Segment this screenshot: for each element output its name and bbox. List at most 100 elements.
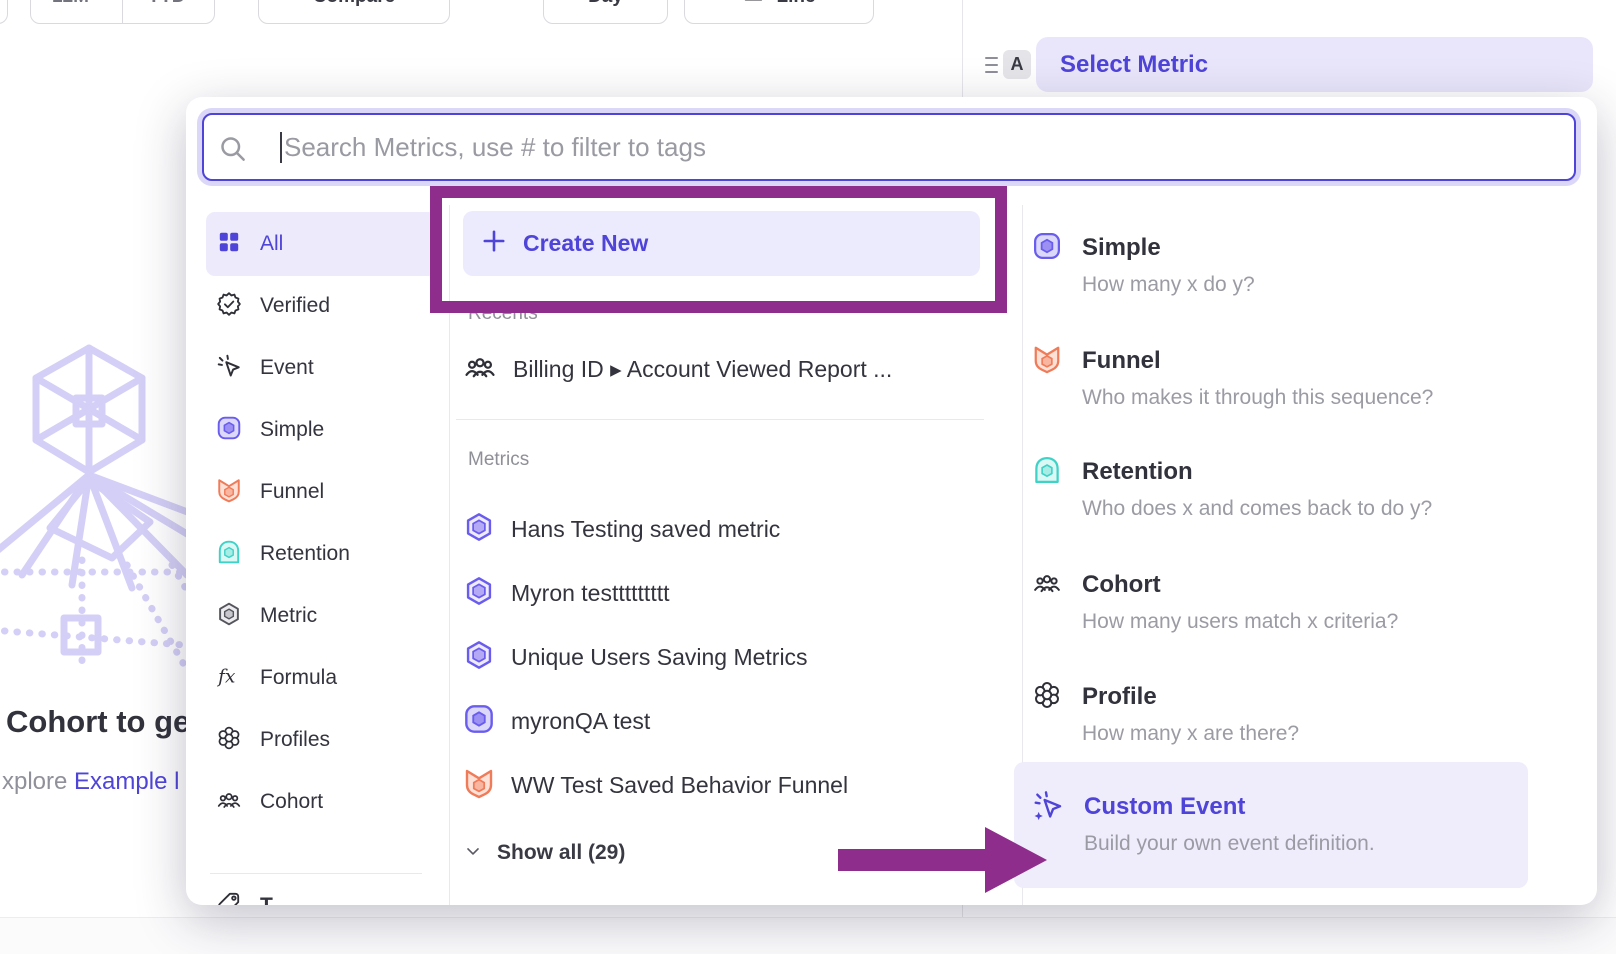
funnel-icon <box>1032 344 1062 413</box>
type-title: Simple <box>1082 231 1255 265</box>
event-cursor-icon <box>216 353 242 384</box>
text-cursor <box>280 132 282 163</box>
sidebar-item-label: Funnel <box>260 480 324 504</box>
metric-list-item[interactable]: myronQA test <box>463 689 1003 753</box>
retention-icon <box>216 539 242 570</box>
annotation-highlight-box <box>430 186 1007 313</box>
search-input[interactable] <box>204 115 1574 179</box>
simple-icon <box>463 703 495 740</box>
compare-button[interactable]: Compare <box>258 0 450 24</box>
metric-list-item[interactable]: Hans Testing saved metric <box>463 497 1003 561</box>
metric-item-label: Unique Users Saving Metrics <box>511 644 808 671</box>
sidebar-item-formula[interactable]: fx Formula <box>206 647 437 709</box>
saved-metric-hexagon-icon <box>463 639 495 676</box>
range-12m-label: 12M <box>52 0 89 8</box>
metric-list-item[interactable]: Unique Users Saving Metrics <box>463 625 1003 689</box>
bottom-strip <box>0 918 1616 954</box>
tag-icon <box>216 890 242 905</box>
segment-divider <box>122 0 123 23</box>
type-title: Funnel <box>1082 344 1433 378</box>
search-field[interactable] <box>202 113 1576 181</box>
sidebar-item-label: Retention <box>260 542 350 566</box>
range-ytd-button[interactable]: YTD <box>135 0 214 23</box>
funnel-icon <box>463 767 495 804</box>
metric-type-funnel[interactable]: Funnel Who makes it through this sequenc… <box>1032 344 1532 413</box>
type-title: Profile <box>1082 680 1299 714</box>
type-description: Who makes it through this sequence? <box>1082 383 1433 413</box>
profiles-icon <box>1032 680 1062 749</box>
show-all-toggle[interactable]: Show all (29) <box>463 833 625 873</box>
type-description: Who does x and comes back to do y? <box>1082 494 1432 524</box>
metric-type-simple[interactable]: Simple How many x do y? <box>1032 231 1532 300</box>
annotation-arrow <box>835 820 1050 905</box>
metric-list-item[interactable]: Myron testtttttttt <box>463 561 1003 625</box>
type-description: How many users match x criteria? <box>1082 607 1398 637</box>
saved-metric-hexagon-icon <box>463 511 495 548</box>
example-link[interactable]: Example <box>74 768 167 795</box>
simple-icon <box>216 415 242 446</box>
cohort-icon <box>216 787 242 818</box>
sidebar-item-profiles[interactable]: Profiles <box>206 709 437 771</box>
section-divider <box>456 419 984 420</box>
interval-label: Day <box>588 0 623 8</box>
metric-item-label: Hans Testing saved metric <box>511 516 780 543</box>
metric-type-cohort[interactable]: Cohort How many users match x criteria? <box>1032 568 1532 637</box>
sidebar-item-verified[interactable]: Verified <box>206 275 437 337</box>
saved-metric-hexagon-icon <box>463 575 495 612</box>
show-all-label: Show all (29) <box>497 841 625 865</box>
example-link-partial[interactable]: l <box>167 768 179 795</box>
type-description: How many x do y? <box>1082 270 1255 300</box>
metrics-heading: Metrics <box>468 449 529 471</box>
custom-event-row[interactable]: Custom Event Build your own event defini… <box>1032 790 1532 859</box>
chevron-down-icon <box>463 841 483 866</box>
chart-type-label: Line <box>776 0 815 8</box>
sidebar-divider <box>210 873 422 874</box>
sidebar-item-tags-partial[interactable]: T <box>216 890 273 905</box>
empty-state-subtext: xplore Example l <box>2 768 179 796</box>
sidebar-item-label: All <box>260 232 283 256</box>
drag-handle-icon[interactable] <box>985 57 998 73</box>
cohort-icon <box>463 350 497 389</box>
retention-icon <box>1032 455 1062 524</box>
sidebar-item-funnel[interactable]: Funnel <box>206 461 437 523</box>
sidebar-item-label: Profiles <box>260 728 330 752</box>
sidebar-item-cohort[interactable]: Cohort <box>206 771 437 833</box>
sidebar-item-label: Verified <box>260 294 330 318</box>
clause-letter-badge: A <box>1003 50 1031 79</box>
select-metric-pill[interactable]: Select Metric <box>1036 37 1593 92</box>
date-range-segmented-control[interactable]: 12M YTD <box>30 0 215 24</box>
metric-type-profile[interactable]: Profile How many x are there? <box>1032 680 1532 749</box>
sidebar-item-metric[interactable]: Metric <box>206 585 437 647</box>
metric-hexagon-icon <box>216 601 242 632</box>
svg-text:fx: fx <box>216 666 236 687</box>
metric-item-label: Myron testtttttttt <box>511 580 669 607</box>
recent-item-label: Billing ID ▸ Account Viewed Report ... <box>513 356 892 383</box>
grid-icon <box>216 229 242 260</box>
sidebar-item-label: Formula <box>260 666 337 690</box>
interval-day-button[interactable]: Day <box>543 0 668 24</box>
recent-item[interactable]: Billing ID ▸ Account Viewed Report ... <box>463 340 1003 398</box>
cohort-icon <box>1032 568 1062 637</box>
metric-list-item[interactable]: WW Test Saved Behavior Funnel <box>463 753 1003 817</box>
type-title: Cohort <box>1082 568 1398 602</box>
sidebar-item-retention[interactable]: Retention <box>206 523 437 585</box>
profiles-icon <box>216 725 242 756</box>
sidebar-item-event[interactable]: Event <box>206 337 437 399</box>
chart-type-line-button[interactable]: Line <box>684 0 874 24</box>
sidebar-item-simple[interactable]: Simple <box>206 399 437 461</box>
type-description: How many x are there? <box>1082 719 1299 749</box>
range-12m-button[interactable]: 12M <box>31 0 110 23</box>
type-title: Custom Event <box>1084 790 1375 824</box>
explore-text: xplore <box>2 768 74 795</box>
formula-icon: fx <box>216 663 242 694</box>
select-metric-label: Select Metric <box>1060 51 1208 79</box>
line-chart-icon <box>742 0 764 10</box>
metric-type-custom-event[interactable]: Custom Event Build your own event defini… <box>1014 762 1528 888</box>
metric-type-retention[interactable]: Retention Who does x and comes back to d… <box>1032 455 1532 524</box>
sidebar-item-label: Event <box>260 356 314 380</box>
type-title: Retention <box>1082 455 1432 489</box>
simple-icon <box>1032 231 1062 300</box>
verified-badge-icon <box>216 291 242 322</box>
toolbar-edge-button[interactable] <box>0 0 8 24</box>
sidebar-item-all[interactable]: All <box>206 212 437 276</box>
